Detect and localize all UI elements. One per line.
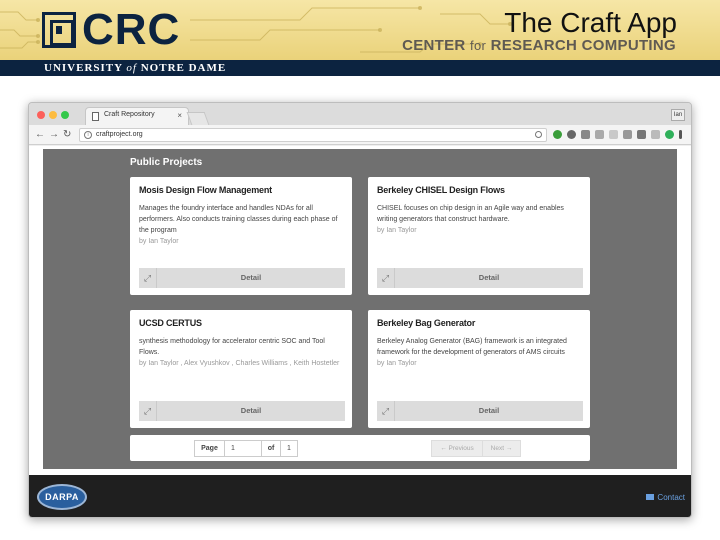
project-card: UCSD CERTUS synthesis methodology for ac… — [130, 310, 352, 428]
window-close-icon[interactable] — [37, 111, 45, 119]
project-author: by Ian Taylor — [377, 360, 417, 367]
extension-green-icon[interactable] — [553, 130, 562, 139]
project-description: Manages the foundry interface and handle… — [139, 203, 345, 247]
project-card-footer: ⤢ Detail — [139, 268, 345, 288]
section-title: Public Projects — [130, 157, 203, 168]
browser-window: Craft Repository × Ian ← → ↻ i craftproj… — [28, 102, 692, 518]
projects-area: Public Projects Mosis Design Flow Manage… — [43, 149, 677, 469]
project-author: by Ian Taylor — [139, 238, 179, 245]
extension-camera-icon[interactable] — [637, 130, 646, 139]
window-minimize-icon[interactable] — [49, 111, 57, 119]
mail-icon — [646, 494, 655, 500]
expand-icon[interactable]: ⤢ — [139, 401, 157, 421]
of-label: of — [262, 440, 280, 457]
previous-button[interactable]: ← Previous — [431, 440, 483, 457]
detail-button[interactable]: Detail — [157, 401, 345, 421]
search-icon[interactable] — [535, 131, 542, 138]
project-title[interactable]: UCSD CERTUS — [139, 318, 202, 328]
browser-toolbar: ← → ↻ i craftproject.org — [29, 125, 691, 145]
page-label: Page — [194, 440, 224, 457]
extension-grey-icon[interactable] — [581, 130, 590, 139]
browser-tab[interactable]: Craft Repository × — [85, 107, 189, 125]
next-button[interactable]: Next → — [483, 440, 521, 457]
extension-owl-icon[interactable] — [567, 130, 576, 139]
project-author: by Ian Taylor — [377, 227, 417, 234]
crc-logo-text: CRC — [82, 5, 181, 54]
new-tab-button[interactable] — [186, 112, 210, 125]
expand-icon[interactable]: ⤢ — [139, 268, 157, 288]
forward-arrow-icon[interactable]: → — [49, 129, 59, 141]
expand-icon[interactable]: ⤢ — [377, 401, 395, 421]
crc-logo-icon — [42, 12, 76, 48]
page-viewport: Public Projects Mosis Design Flow Manage… — [29, 146, 691, 517]
darpa-logo-text: DARPA — [45, 492, 79, 502]
contact-label: Contact — [657, 493, 685, 502]
crc-name-for: for — [470, 38, 487, 53]
slide-header: CRC CENTER for RESEARCH COMPUTING The Cr… — [0, 0, 720, 60]
page-footer: DARPA Contact — [29, 475, 691, 517]
browser-profile-button[interactable]: Ian — [671, 109, 685, 121]
back-arrow-icon[interactable]: ← — [35, 129, 45, 141]
project-description-text: Manages the foundry interface and handle… — [139, 205, 338, 234]
detail-button[interactable]: Detail — [157, 268, 345, 288]
crc-name-prefix: CENTER — [402, 37, 466, 54]
slide-title: The Craft App — [504, 7, 677, 38]
window-zoom-icon[interactable] — [61, 111, 69, 119]
project-description-text: CHISEL focuses on chip design in an Agil… — [377, 205, 564, 223]
project-card-footer: ⤢ Detail — [139, 401, 345, 421]
reload-icon[interactable]: ↻ — [63, 129, 71, 141]
university-name-start: UNIVERSITY — [44, 62, 123, 74]
project-card-footer: ⤢ Detail — [377, 268, 583, 288]
project-author: by Ian Taylor , Alex Vyushkov , Charles … — [139, 360, 340, 367]
contact-link[interactable]: Contact — [646, 493, 685, 502]
detail-button[interactable]: Detail — [395, 268, 583, 288]
darpa-logo: DARPA — [37, 484, 87, 510]
extension-pocket-icon[interactable] — [595, 130, 604, 139]
project-description: Berkeley Analog Generator (BAG) framewor… — [377, 336, 583, 369]
project-title[interactable]: Berkeley CHISEL Design Flows — [377, 185, 505, 195]
address-bar[interactable]: i craftproject.org — [79, 128, 547, 142]
extension-copy-icon[interactable] — [623, 130, 632, 139]
project-description-text: synthesis methodology for accelerator ce… — [139, 338, 325, 356]
extension-link-icon[interactable] — [609, 130, 618, 139]
notre-dame-banner: UNIVERSITY of NOTRE DAME — [0, 60, 720, 76]
slide: CRC CENTER for RESEARCH COMPUTING The Cr… — [0, 0, 720, 540]
extension-vpn-icon[interactable] — [665, 130, 674, 139]
project-card: Berkeley Bag Generator Berkeley Analog G… — [368, 310, 590, 428]
project-title[interactable]: Mosis Design Flow Management — [139, 185, 272, 195]
page-number-input[interactable]: 1 — [224, 440, 262, 457]
tab-close-icon[interactable]: × — [177, 111, 182, 120]
browser-tab-title: Craft Repository — [104, 111, 155, 118]
project-description-text: Berkeley Analog Generator (BAG) framewor… — [377, 338, 567, 356]
university-name: UNIVERSITY of NOTRE DAME — [44, 61, 226, 75]
university-name-end: NOTRE DAME — [140, 62, 227, 74]
browser-menu-icon[interactable] — [679, 130, 682, 139]
pagination-bar: Page 1 of 1 ← Previous Next → — [130, 435, 590, 461]
url-text: craftproject.org — [96, 131, 143, 138]
project-title[interactable]: Berkeley Bag Generator — [377, 318, 475, 328]
browser-tab-bar: Craft Repository × Ian — [29, 103, 691, 125]
university-name-of: of — [126, 62, 137, 74]
project-card: Mosis Design Flow Management Manages the… — [130, 177, 352, 295]
expand-icon[interactable]: ⤢ — [377, 268, 395, 288]
project-description: synthesis methodology for accelerator ce… — [139, 336, 345, 369]
extension-doc-icon[interactable] — [651, 130, 660, 139]
page-icon — [92, 112, 99, 121]
total-pages: 1 — [280, 440, 298, 457]
project-description: CHISEL focuses on chip design in an Agil… — [377, 203, 583, 236]
project-card: Berkeley CHISEL Design Flows CHISEL focu… — [368, 177, 590, 295]
info-icon[interactable]: i — [84, 131, 92, 139]
project-card-footer: ⤢ Detail — [377, 401, 583, 421]
detail-button[interactable]: Detail — [395, 401, 583, 421]
